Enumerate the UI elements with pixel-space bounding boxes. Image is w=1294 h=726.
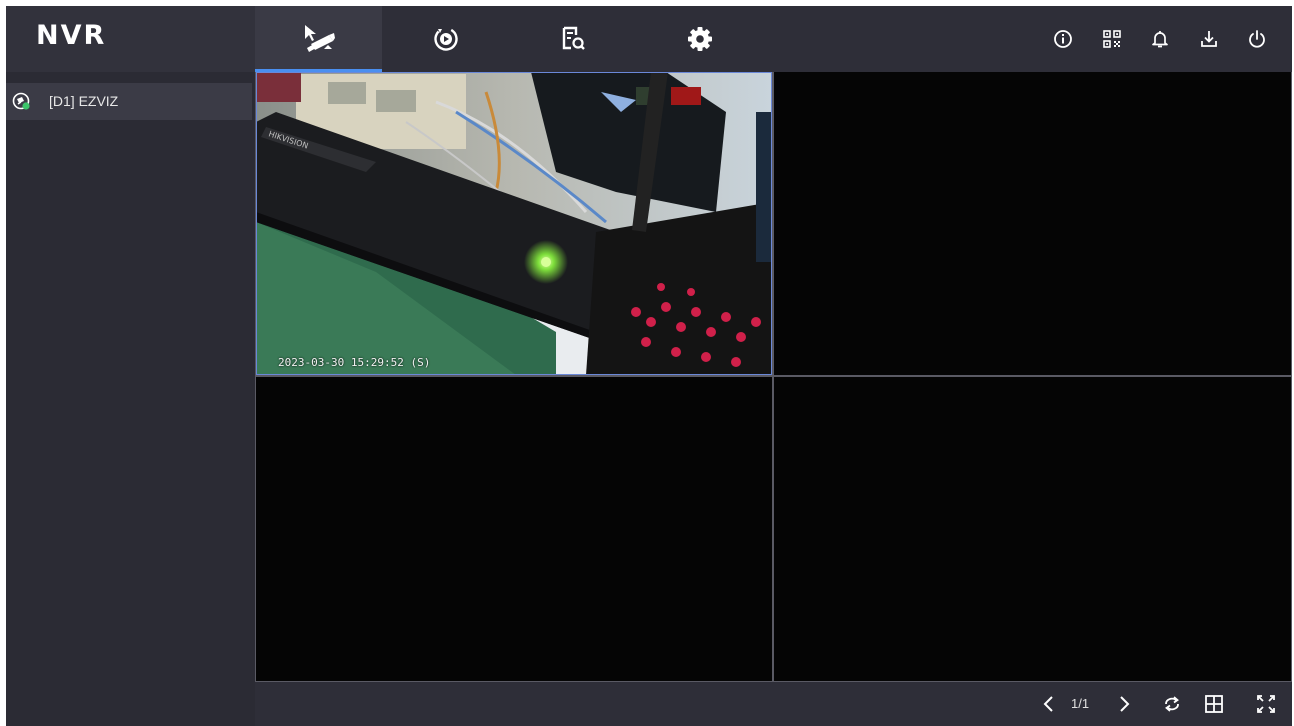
sequence-button[interactable] — [1161, 693, 1183, 715]
power-button[interactable] — [1245, 27, 1269, 51]
tab-playback[interactable] — [382, 6, 509, 72]
file-search-icon — [562, 26, 585, 50]
device-sidebar: [D1] EZVIZ — [6, 72, 255, 726]
live-view-grid: HIKVISION 2023-03-30 15:29:52 (S) — [255, 72, 1292, 682]
tab-file-search[interactable] — [509, 6, 636, 72]
fullscreen-button[interactable] — [1255, 693, 1277, 715]
osd-timestamp: 2023-03-30 15:29:52 (S) — [278, 356, 431, 369]
device-label: [D1] EZVIZ — [49, 93, 119, 109]
tab-settings[interactable] — [636, 6, 763, 72]
device-item-d1[interactable]: [D1] EZVIZ — [6, 83, 252, 120]
previous-page-button[interactable] — [1038, 693, 1060, 715]
nvr-app: NVR [D1] EZVIZ HIKVISION 2023-03-30 15:2… — [6, 6, 1292, 726]
playback-icon — [433, 27, 458, 51]
logo: NVR — [6, 6, 255, 72]
grid-layout-icon — [1205, 695, 1223, 713]
info-icon — [1054, 30, 1072, 48]
next-page-button[interactable] — [1113, 693, 1135, 715]
layout-button[interactable] — [1203, 693, 1225, 715]
camera-online-icon — [12, 92, 30, 110]
qr-code-icon — [1103, 30, 1121, 48]
video-pane-3[interactable] — [256, 377, 772, 681]
gear-icon — [687, 27, 712, 51]
power-icon — [1249, 30, 1265, 48]
info-button[interactable] — [1051, 27, 1075, 51]
chevron-right-icon — [1120, 696, 1130, 712]
logo-text: NVR — [36, 20, 107, 51]
cycle-icon — [1165, 696, 1179, 712]
bell-icon — [1152, 31, 1168, 48]
page-indicator: 1/1 — [1071, 696, 1090, 711]
video-pane-1[interactable]: HIKVISION 2023-03-30 15:29:52 (S) — [256, 72, 772, 375]
camera-live-icon — [304, 25, 335, 52]
qr-code-button[interactable] — [1100, 27, 1124, 51]
alarm-button[interactable] — [1148, 27, 1172, 51]
camera-feed-image: HIKVISION — [256, 72, 772, 375]
bottom-toolbar: 1/1 — [255, 682, 1292, 726]
tab-live-view[interactable] — [255, 6, 382, 72]
top-bar: NVR — [6, 6, 1292, 72]
download-button[interactable] — [1197, 27, 1221, 51]
fullscreen-icon — [1257, 695, 1275, 713]
chevron-left-icon — [1043, 696, 1053, 712]
video-pane-4[interactable] — [774, 377, 1291, 681]
video-pane-2[interactable] — [774, 72, 1291, 375]
download-icon — [1201, 31, 1217, 47]
